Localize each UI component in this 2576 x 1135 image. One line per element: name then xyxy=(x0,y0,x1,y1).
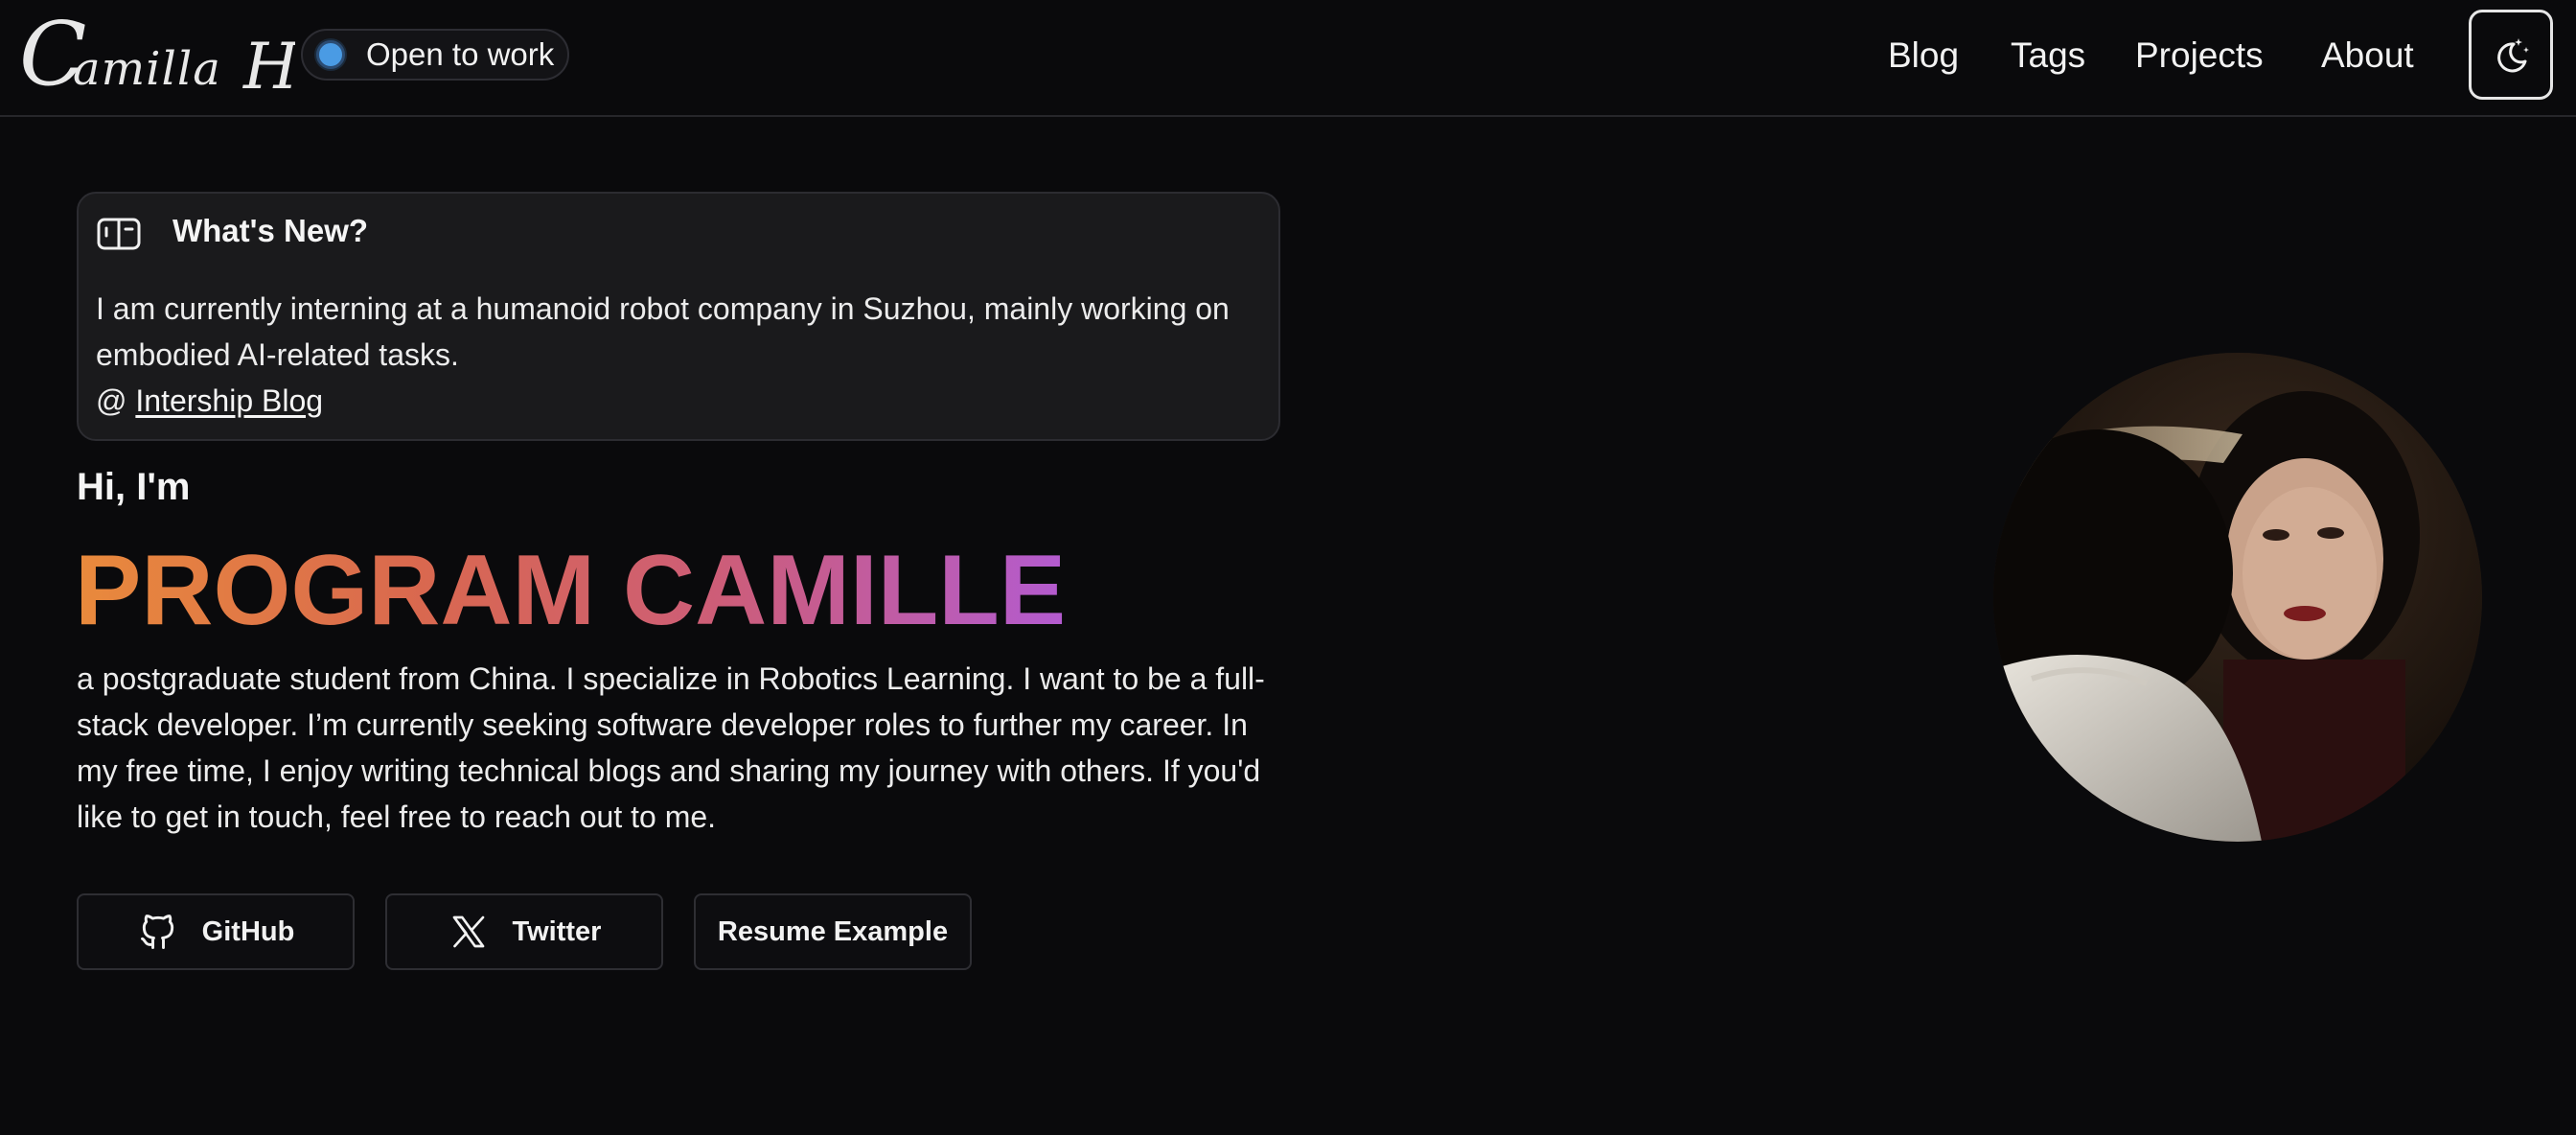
site-header: C amilla H Open to work Blog Tags Projec… xyxy=(0,0,2576,117)
theme-toggle-button[interactable] xyxy=(2469,10,2553,100)
greeting-text: Hi, I'm xyxy=(77,466,191,508)
status-text: Open to work xyxy=(366,36,555,72)
profile-avatar xyxy=(1993,353,2482,842)
link-prefix: @ xyxy=(96,383,127,418)
nav-tags[interactable]: Tags xyxy=(2011,27,2085,84)
whats-new-card: What's New? I am currently interning at … xyxy=(77,192,1280,441)
avatar-photo xyxy=(1993,353,2482,842)
nav-about[interactable]: About xyxy=(2321,27,2414,84)
internship-blog-link[interactable]: Intership Blog xyxy=(135,383,323,418)
logo-script: C amilla H xyxy=(19,3,299,105)
whats-new-link-line: @ Intership Blog xyxy=(96,378,323,424)
news-panel-icon xyxy=(97,218,141,250)
whats-new-body: I am currently interning at a humanoid r… xyxy=(96,291,1230,372)
status-dot-icon xyxy=(316,40,345,69)
github-button-label: GitHub xyxy=(201,915,295,947)
nav-blog[interactable]: Blog xyxy=(1888,27,1959,84)
svg-text:amilla: amilla xyxy=(73,42,221,96)
twitter-button-label: Twitter xyxy=(512,915,602,947)
bio-text: a postgraduate student from China. I spe… xyxy=(77,661,1265,834)
svg-text:H: H xyxy=(242,30,295,104)
twitter-button[interactable]: Twitter xyxy=(385,893,663,970)
moon-stars-icon xyxy=(2497,38,2529,73)
x-icon xyxy=(448,911,490,953)
nav-projects[interactable]: Projects xyxy=(2135,27,2264,84)
resume-example-button[interactable]: Resume Example xyxy=(694,893,972,970)
resume-button-label: Resume Example xyxy=(717,915,949,947)
open-to-work-badge: Open to work xyxy=(301,29,569,81)
site-logo[interactable]: C amilla H xyxy=(17,3,299,105)
github-icon xyxy=(137,911,179,953)
whats-new-title: What's New? xyxy=(172,213,369,248)
hero-name: PROGRAM CAMILLE xyxy=(75,535,1067,646)
github-button[interactable]: GitHub xyxy=(77,893,355,970)
